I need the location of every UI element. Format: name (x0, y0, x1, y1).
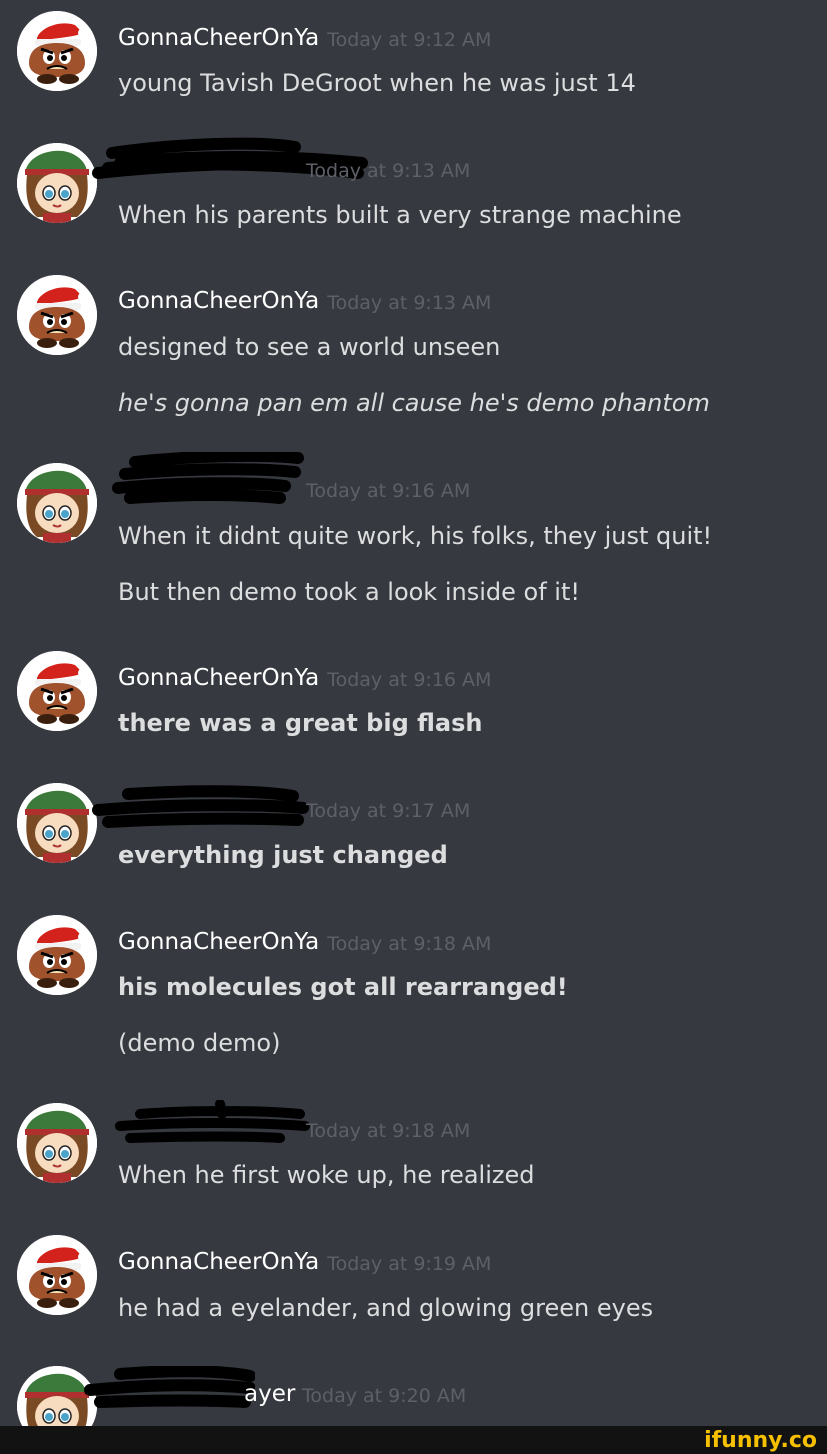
message-text: everything just changed (118, 841, 448, 869)
girl-green-hat-avatar[interactable] (17, 783, 97, 863)
goomba-icon (17, 1235, 97, 1315)
goomba-santa-avatar[interactable] (17, 651, 97, 731)
username[interactable]: GonnaCheerOnYa (118, 664, 319, 692)
redaction-scribble (112, 452, 304, 504)
timestamp: Today at 9:18 AM (327, 933, 492, 955)
girl-green-hat-avatar[interactable] (17, 463, 97, 543)
goomba-santa-avatar[interactable] (17, 275, 97, 355)
girl-icon (17, 783, 97, 863)
goomba-santa-avatar[interactable] (17, 915, 97, 995)
timestamp: Today at 9:12 AM (327, 29, 492, 51)
message-text: he's gonna pan em all cause he's demo ph… (118, 389, 710, 417)
timestamp: Today at 9:18 AM (306, 1120, 471, 1142)
message-text: his molecules got all rearranged! (118, 973, 568, 1001)
timestamp: Today at 9:20 AM (302, 1385, 467, 1407)
bottom-bar (0, 1426, 827, 1454)
username[interactable]: GonnaCheerOnYa (118, 24, 319, 52)
redaction-scribble (84, 1366, 255, 1408)
username[interactable]: ayer (244, 1380, 295, 1408)
ifunny-watermark: ifunny.co (704, 1428, 817, 1453)
timestamp: Today at 9:19 AM (327, 1253, 492, 1275)
goomba-icon (17, 651, 97, 731)
timestamp: Today at 9:16 AM (306, 480, 471, 502)
goomba-santa-avatar[interactable] (17, 11, 97, 91)
timestamp: Today at 9:17 AM (306, 800, 471, 822)
username[interactable]: GonnaCheerOnYa (118, 287, 319, 315)
username[interactable]: GonnaCheerOnYa (118, 1248, 319, 1276)
girl-green-hat-avatar[interactable] (17, 1103, 97, 1183)
timestamp: Today at 9:13 AM (327, 292, 492, 314)
message-text: When he first woke up, he realized (118, 1161, 535, 1189)
timestamp: Today at 9:13 AM (306, 160, 471, 182)
message-text: When his parents built a very strange ma… (118, 201, 682, 229)
message-text: he had a eyelander, and glowing green ey… (118, 1294, 654, 1322)
goomba-icon (17, 275, 97, 355)
message-text: designed to see a world unseen (118, 333, 501, 361)
message-text: there was a great big flash (118, 709, 483, 737)
girl-icon (17, 143, 97, 223)
goomba-icon (17, 11, 97, 91)
goomba-icon (17, 915, 97, 995)
message-text: But then demo took a look inside of it! (118, 578, 580, 606)
goomba-santa-avatar[interactable] (17, 1235, 97, 1315)
message-text: (demo demo) (118, 1029, 281, 1057)
message-text: When it didnt quite work, his folks, the… (118, 522, 713, 550)
timestamp: Today at 9:16 AM (327, 669, 492, 691)
girl-icon (17, 463, 97, 543)
chat-log: GonnaCheerOnYa Today at 9:12 AM young Ta… (0, 0, 827, 1426)
girl-icon (17, 1103, 97, 1183)
redaction-scribble (92, 785, 309, 828)
redaction-scribble (115, 1100, 310, 1143)
message-text: young Tavish DeGroot when he was just 14 (118, 69, 636, 97)
girl-green-hat-avatar[interactable] (17, 143, 97, 223)
username[interactable]: GonnaCheerOnYa (118, 928, 319, 956)
